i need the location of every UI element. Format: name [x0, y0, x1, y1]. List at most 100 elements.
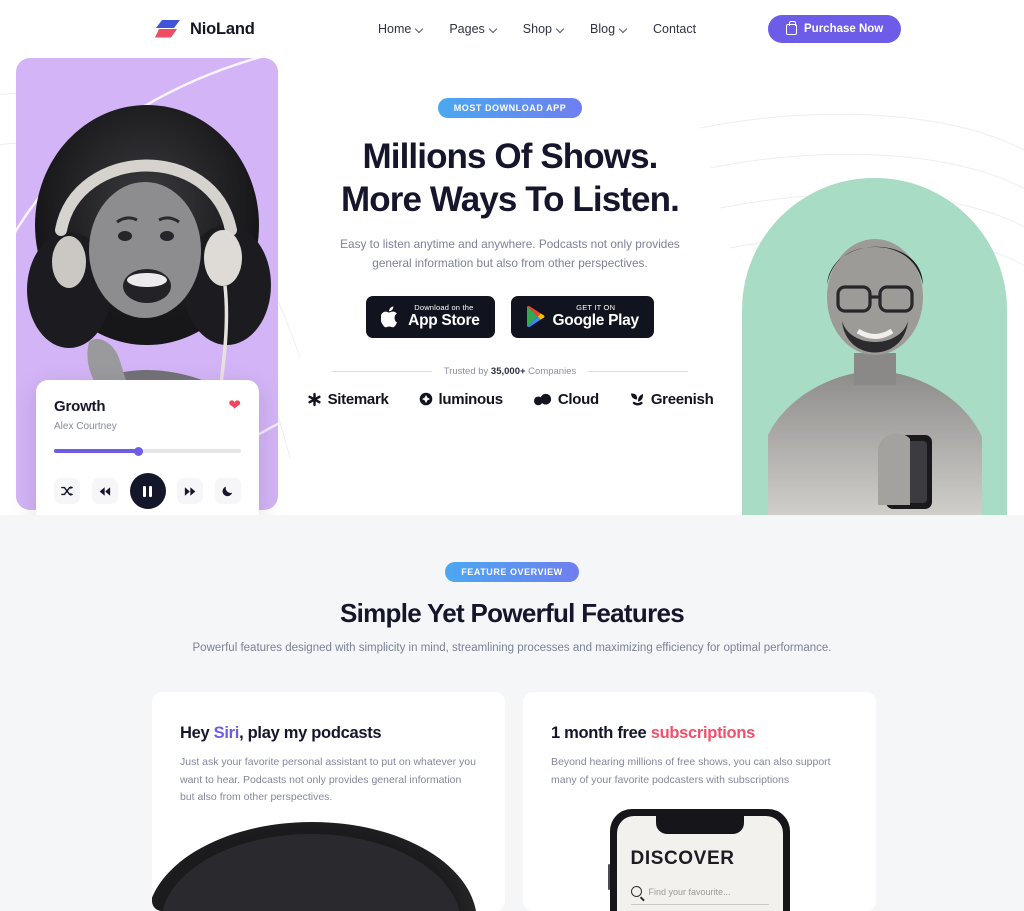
phone-search-placeholder: Find your favourite... [648, 886, 731, 897]
features-header: FEATURE OVERVIEW Simple Yet Powerful Fea… [0, 562, 1024, 657]
trusted-prefix: Trusted by [443, 365, 491, 377]
store-large-label: Google Play [552, 311, 640, 329]
chevron-down-icon [620, 26, 627, 33]
store-small-label: GET IT ON [576, 302, 616, 312]
apple-icon [381, 306, 398, 327]
headphone-image [152, 822, 477, 911]
player-header: Growth Alex Courtney ❤ [54, 398, 241, 432]
card-description: Beyond hearing millions of free shows, y… [551, 756, 831, 786]
app-store-buttons: Download on the App Store GET IT ON Goog… [290, 295, 730, 338]
progress-bar[interactable] [54, 446, 241, 456]
player-track-info: Growth Alex Courtney [54, 398, 117, 432]
nav-item-home[interactable]: Home [378, 22, 423, 36]
trusted-by-row: Trusted by 35,000+ Companies [290, 366, 730, 377]
track-title: Growth [54, 398, 106, 415]
search-icon [630, 886, 642, 897]
player-controls [54, 473, 241, 509]
phone-side-button [607, 864, 610, 890]
phone-search-field[interactable]: Find your favourite... [630, 886, 769, 905]
logo-luminous: luminous [419, 391, 503, 408]
card-title-post: , play my podcasts [239, 724, 382, 742]
cloud-blob-icon [533, 394, 551, 406]
music-player-card: Growth Alex Courtney ❤ [36, 380, 259, 515]
google-play-button[interactable]: GET IT ON Google Play [510, 295, 654, 338]
logo-greenish: Greenish [629, 391, 714, 408]
feature-card-subscriptions[interactable]: 1 month free subscriptions Beyond hearin… [523, 692, 876, 911]
card-description: Just ask your favorite personal assistan… [180, 756, 476, 804]
card-title-accent: subscriptions [650, 724, 756, 742]
chevron-down-icon [490, 26, 497, 33]
card-title-pre: 1 month free [551, 724, 651, 742]
nav-label: Shop [522, 22, 552, 36]
man-with-phone-photo [767, 239, 982, 515]
store-large-label: App Store [408, 311, 480, 329]
sleep-timer-moon-icon[interactable] [215, 478, 241, 504]
nav-label: Contact [653, 22, 697, 36]
divider-line-left [331, 370, 432, 372]
parallelogram-logo-icon [155, 19, 181, 39]
pause-button[interactable] [129, 473, 166, 509]
nav-label: Blog [590, 22, 616, 36]
heart-icon[interactable]: ❤ [228, 398, 241, 413]
progress-fill [54, 449, 139, 453]
chevron-down-icon [416, 26, 423, 33]
nav-item-pages[interactable]: Pages [449, 22, 496, 36]
divider-line-right [588, 370, 689, 372]
shuffle-icon[interactable] [54, 478, 80, 504]
hero-title: Millions Of Shows. More Ways To Listen. [290, 136, 730, 221]
trusted-suffix: Companies [525, 365, 577, 377]
brand-name: NioLand [190, 19, 255, 38]
feature-cards: Hey Siri, play my podcasts Just ask your… [152, 692, 876, 911]
hero-badge: MOST DOWNLOAD APP [437, 98, 583, 118]
card-title: 1 month free subscriptions [551, 724, 848, 743]
nav-label: Pages [449, 22, 485, 36]
purchase-now-button[interactable]: Purchase Now [768, 15, 902, 43]
features-subtitle: Powerful features designed with simplici… [192, 642, 832, 654]
nav-item-blog[interactable]: Blog [590, 22, 627, 36]
chevron-down-icon [557, 26, 564, 33]
circle-cross-icon [419, 392, 432, 406]
store-small-label: Download on the [414, 302, 474, 312]
logo-label: Cloud [557, 390, 599, 408]
rewind-icon[interactable] [91, 478, 118, 504]
nav-item-contact[interactable]: Contact [653, 22, 696, 36]
progress-knob[interactable] [133, 446, 143, 456]
app-store-button[interactable]: Download on the App Store [366, 295, 495, 338]
phone-mockup: DISCOVER Find your favourite... [607, 809, 790, 911]
main-nav: Home Pages Shop Blog Contact [378, 22, 696, 36]
logo-label: luminous [438, 390, 504, 408]
card-title: Hey Siri, play my podcasts [180, 724, 477, 743]
google-play-icon [526, 306, 545, 328]
features-section: FEATURE OVERVIEW Simple Yet Powerful Fea… [0, 515, 1024, 911]
store-text: GET IT ON Google Play [552, 302, 640, 330]
asterisk-icon [307, 392, 321, 406]
phone-screen: DISCOVER Find your favourite... [616, 816, 783, 911]
hero-section: MOST DOWNLOAD APP Millions Of Shows. Mor… [0, 58, 1024, 515]
logo-label: Greenish [650, 390, 714, 408]
card-title-accent: Siri [213, 724, 240, 742]
hero-subtitle: Easy to listen anytime and anywhere. Pod… [340, 237, 680, 271]
phone-notch [655, 816, 744, 834]
logo-cloud: Cloud [533, 391, 599, 408]
features-badge: FEATURE OVERVIEW [445, 562, 579, 582]
phone-heading: DISCOVER [630, 848, 735, 869]
features-title: Simple Yet Powerful Features [339, 598, 685, 628]
logo-sitemark: Sitemark [307, 391, 389, 408]
purchase-button-label: Purchase Now [804, 23, 884, 35]
feature-card-siri[interactable]: Hey Siri, play my podcasts Just ask your… [152, 692, 505, 911]
leaf-icon [630, 393, 643, 406]
partner-logos: Sitemark luminous Cloud Greenish [290, 391, 730, 408]
brand-logo[interactable]: NioLand [155, 19, 255, 39]
shopping-bag-icon [786, 21, 797, 35]
hero-content: MOST DOWNLOAD APP Millions Of Shows. Mor… [290, 98, 730, 408]
nav-item-shop[interactable]: Shop [523, 22, 564, 36]
pause-icon [143, 485, 152, 497]
hero-title-line2: More Ways To Listen. [341, 179, 680, 219]
trusted-by-text: Trusted by 35,000+ Companies [444, 366, 576, 377]
nav-label: Home [378, 22, 412, 36]
hero-right-photo [742, 118, 1007, 515]
logo-label: Sitemark [327, 390, 389, 408]
landing-page: NioLand Home Pages Shop Blog Contact Pur… [0, 0, 1024, 911]
trusted-count: 35,000+ [490, 365, 526, 377]
forward-icon[interactable] [177, 478, 204, 504]
